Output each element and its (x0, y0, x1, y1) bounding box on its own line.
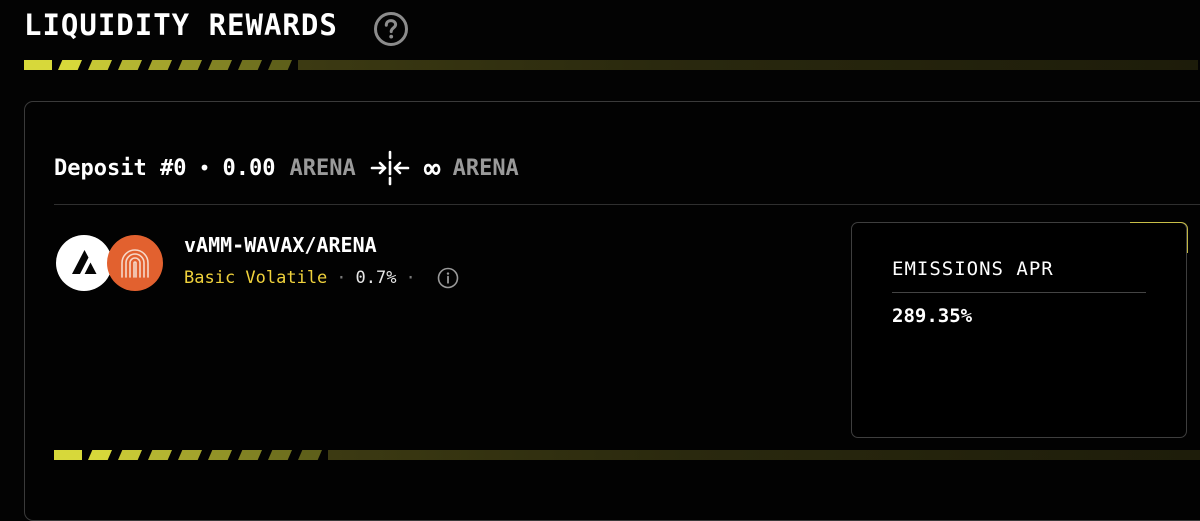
deposit-row: Deposit #0 • 0.00 ARENA ∞ ARENA (54, 150, 519, 186)
deposit-min-amount: 0.00 (222, 155, 276, 181)
meta-separator: · (336, 268, 347, 288)
deposit-max-token: ARENA (452, 155, 519, 181)
arrows-converge-icon (370, 150, 410, 186)
pool-name: vAMM-WAVAX/ARENA (184, 233, 377, 257)
info-circle-icon[interactable] (437, 267, 459, 289)
pool-type: Basic Volatile (184, 268, 328, 288)
pool-fee: 0.7% (355, 268, 397, 288)
question-circle-icon[interactable] (373, 11, 409, 47)
meta-separator: · (405, 268, 416, 288)
deposit-max-amount: ∞ (423, 151, 441, 185)
avalanche-logo-icon (56, 235, 112, 291)
emissions-apr-value: 289.35% (892, 305, 973, 327)
arena-logo-icon (107, 235, 163, 291)
section-divider (54, 204, 1200, 205)
footer-stripe-divider (54, 450, 1200, 460)
deposit-label: Deposit #0 (54, 155, 187, 181)
page-title: LIQUIDITY REWARDS (24, 8, 338, 42)
emissions-apr-card (851, 222, 1187, 438)
pool-meta: Basic Volatile · 0.7% · (184, 267, 459, 289)
apr-divider (892, 292, 1146, 293)
deposit-min-token: ARENA (289, 155, 356, 181)
emissions-apr-label: EMISSIONS APR (892, 258, 1054, 280)
deposit-separator: • (198, 156, 211, 180)
header-stripe-divider (24, 60, 1200, 70)
